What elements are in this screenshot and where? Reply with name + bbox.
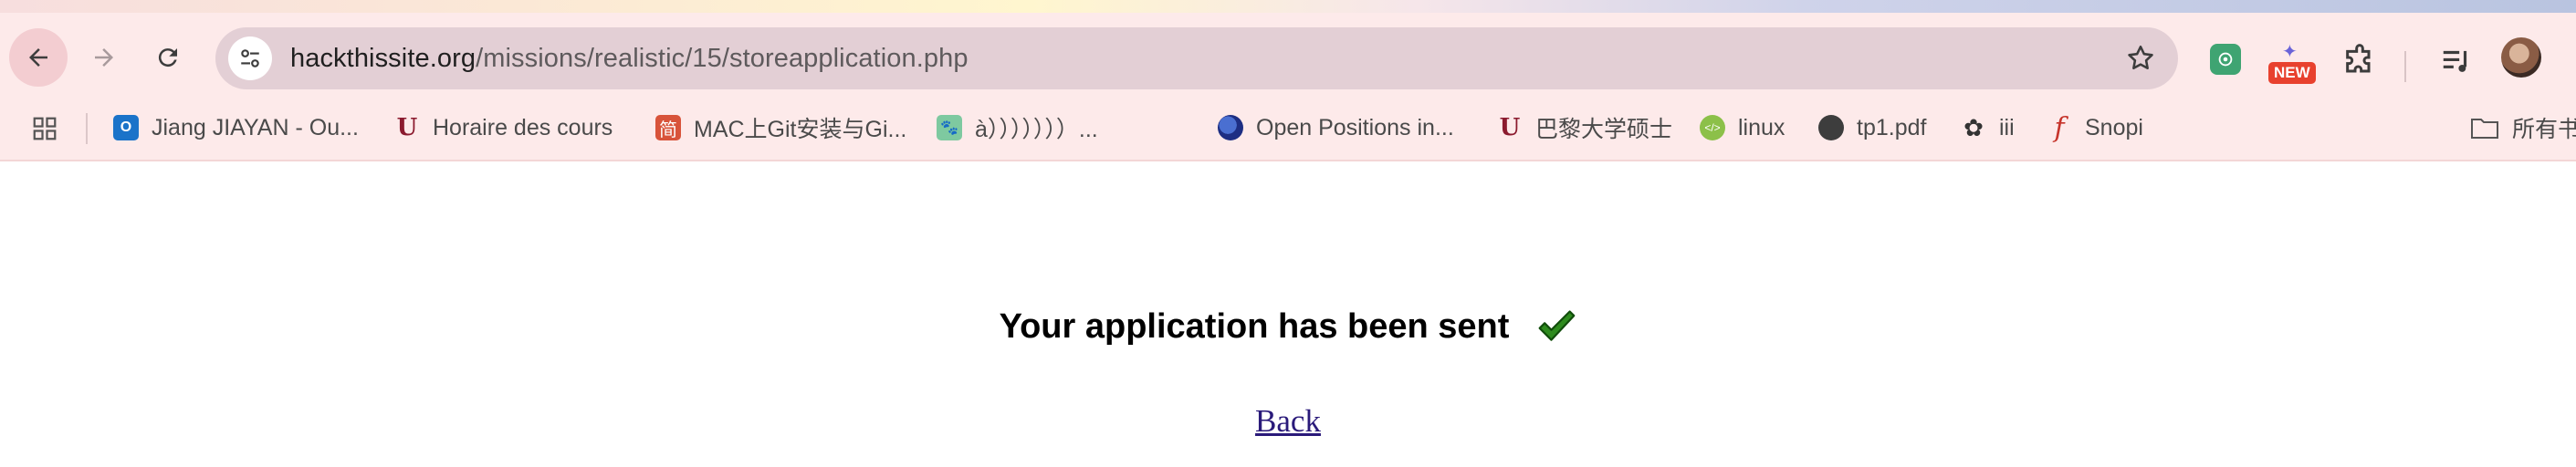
openai-icon: ✿: [1963, 113, 1984, 141]
checkmark-icon: [1538, 310, 1576, 341]
universite-paris-icon: U: [1499, 114, 1521, 141]
arrow-left-icon: [29, 48, 47, 67]
back-link-container: Back: [0, 403, 2576, 440]
bookmark-item[interactable]: Open Positions in...: [1218, 109, 1454, 146]
bookmark-item[interactable]: 🐾 à）））））））...: [937, 109, 1098, 146]
bookmark-item[interactable]: tp1.pdf: [1818, 109, 1926, 146]
browser-toolbar: hackthissite.org/missions/realistic/15/s…: [0, 20, 2576, 95]
bookmark-label: MAC上Git安装与Gi...: [694, 117, 907, 142]
sparkle-icon: ✦: [2282, 42, 2298, 62]
bookmark-label: tp1.pdf: [1857, 114, 1927, 140]
bookmark-item[interactable]: ✿ iii: [1961, 109, 2015, 146]
world-icon: [1818, 115, 1844, 140]
bookmark-star-icon[interactable]: [2125, 43, 2156, 74]
bookmarks-divider: [86, 113, 88, 144]
jian-icon: 简: [655, 115, 681, 140]
reload-button[interactable]: [139, 28, 197, 87]
bookmark-label: Jiang JIAYAN - Ou...: [152, 114, 359, 140]
toolbar-divider: [2404, 51, 2406, 82]
address-bar[interactable]: hackthissite.org/missions/realistic/15/s…: [215, 27, 2178, 89]
url-text[interactable]: hackthissite.org/missions/realistic/15/s…: [290, 44, 969, 74]
page-content: Your application has been sent Back: [0, 162, 2576, 467]
apps-grid-icon[interactable]: [31, 115, 58, 142]
forward-button[interactable]: [75, 28, 133, 87]
bookmark-item[interactable]: O Jiang JIAYAN - Ou...: [113, 109, 359, 146]
linux-icon: </>: [1700, 115, 1725, 140]
site-info-icon[interactable]: [228, 36, 272, 80]
tab-strip: [0, 0, 2576, 13]
chatgpt-extension-icon[interactable]: [2210, 44, 2241, 75]
bookmark-label: Horaire des cours: [433, 114, 613, 140]
confirmation-message: Your application has been sent: [0, 306, 2576, 347]
media-controls-icon[interactable]: [2439, 44, 2474, 78]
extensions-puzzle-icon[interactable]: [2341, 44, 2378, 80]
bookmark-label: Snopi: [2085, 114, 2143, 140]
globe-icon: [1218, 115, 1243, 140]
bookmark-label: à）））））））...: [975, 117, 1098, 142]
arrow-right-icon: [95, 48, 113, 67]
flash-icon: f: [2054, 111, 2065, 144]
bookmark-item[interactable]: f Snopi: [2047, 109, 2143, 146]
bookmarks-folder[interactable]: 所有书: [2470, 109, 2576, 146]
bookmark-label: 巴黎大学硕士: [1535, 117, 1673, 142]
profile-avatar[interactable]: [2501, 37, 2541, 78]
bookmark-item[interactable]: </> linux: [1700, 109, 1785, 146]
outlook-icon: O: [113, 115, 139, 140]
bookmark-label: Open Positions in...: [1256, 114, 1454, 140]
bookmark-item[interactable]: U Horaire des cours: [394, 109, 613, 146]
browser-chrome: hackthissite.org/missions/realistic/15/s…: [0, 0, 2576, 161]
url-path: /missions/realistic/15/storeapplication.…: [476, 43, 969, 73]
back-link[interactable]: Back: [1255, 403, 1321, 439]
bookmark-label: iii: [1999, 114, 2015, 140]
bookmark-item[interactable]: U 巴黎大学硕士: [1497, 109, 1672, 146]
paw-icon: 🐾: [937, 115, 962, 140]
reload-icon: [158, 48, 177, 67]
back-button[interactable]: [9, 28, 68, 87]
new-extension-badge[interactable]: NEW: [2268, 62, 2316, 84]
bookmark-label: linux: [1738, 114, 1785, 140]
bookmarks-bar: O Jiang JIAYAN - Ou... U Horaire des cou…: [0, 102, 2576, 153]
folder-icon: [2471, 119, 2498, 139]
url-host: hackthissite.org: [290, 43, 476, 73]
bookmark-item[interactable]: 简 MAC上Git安装与Gi...: [655, 109, 906, 146]
confirmation-text: Your application has been sent: [999, 306, 1510, 346]
bookmark-folder-label: 所有书: [2512, 117, 2576, 142]
universite-paris-icon: U: [396, 114, 418, 141]
confirmation-heading: Your application has been sent: [1000, 306, 1577, 347]
